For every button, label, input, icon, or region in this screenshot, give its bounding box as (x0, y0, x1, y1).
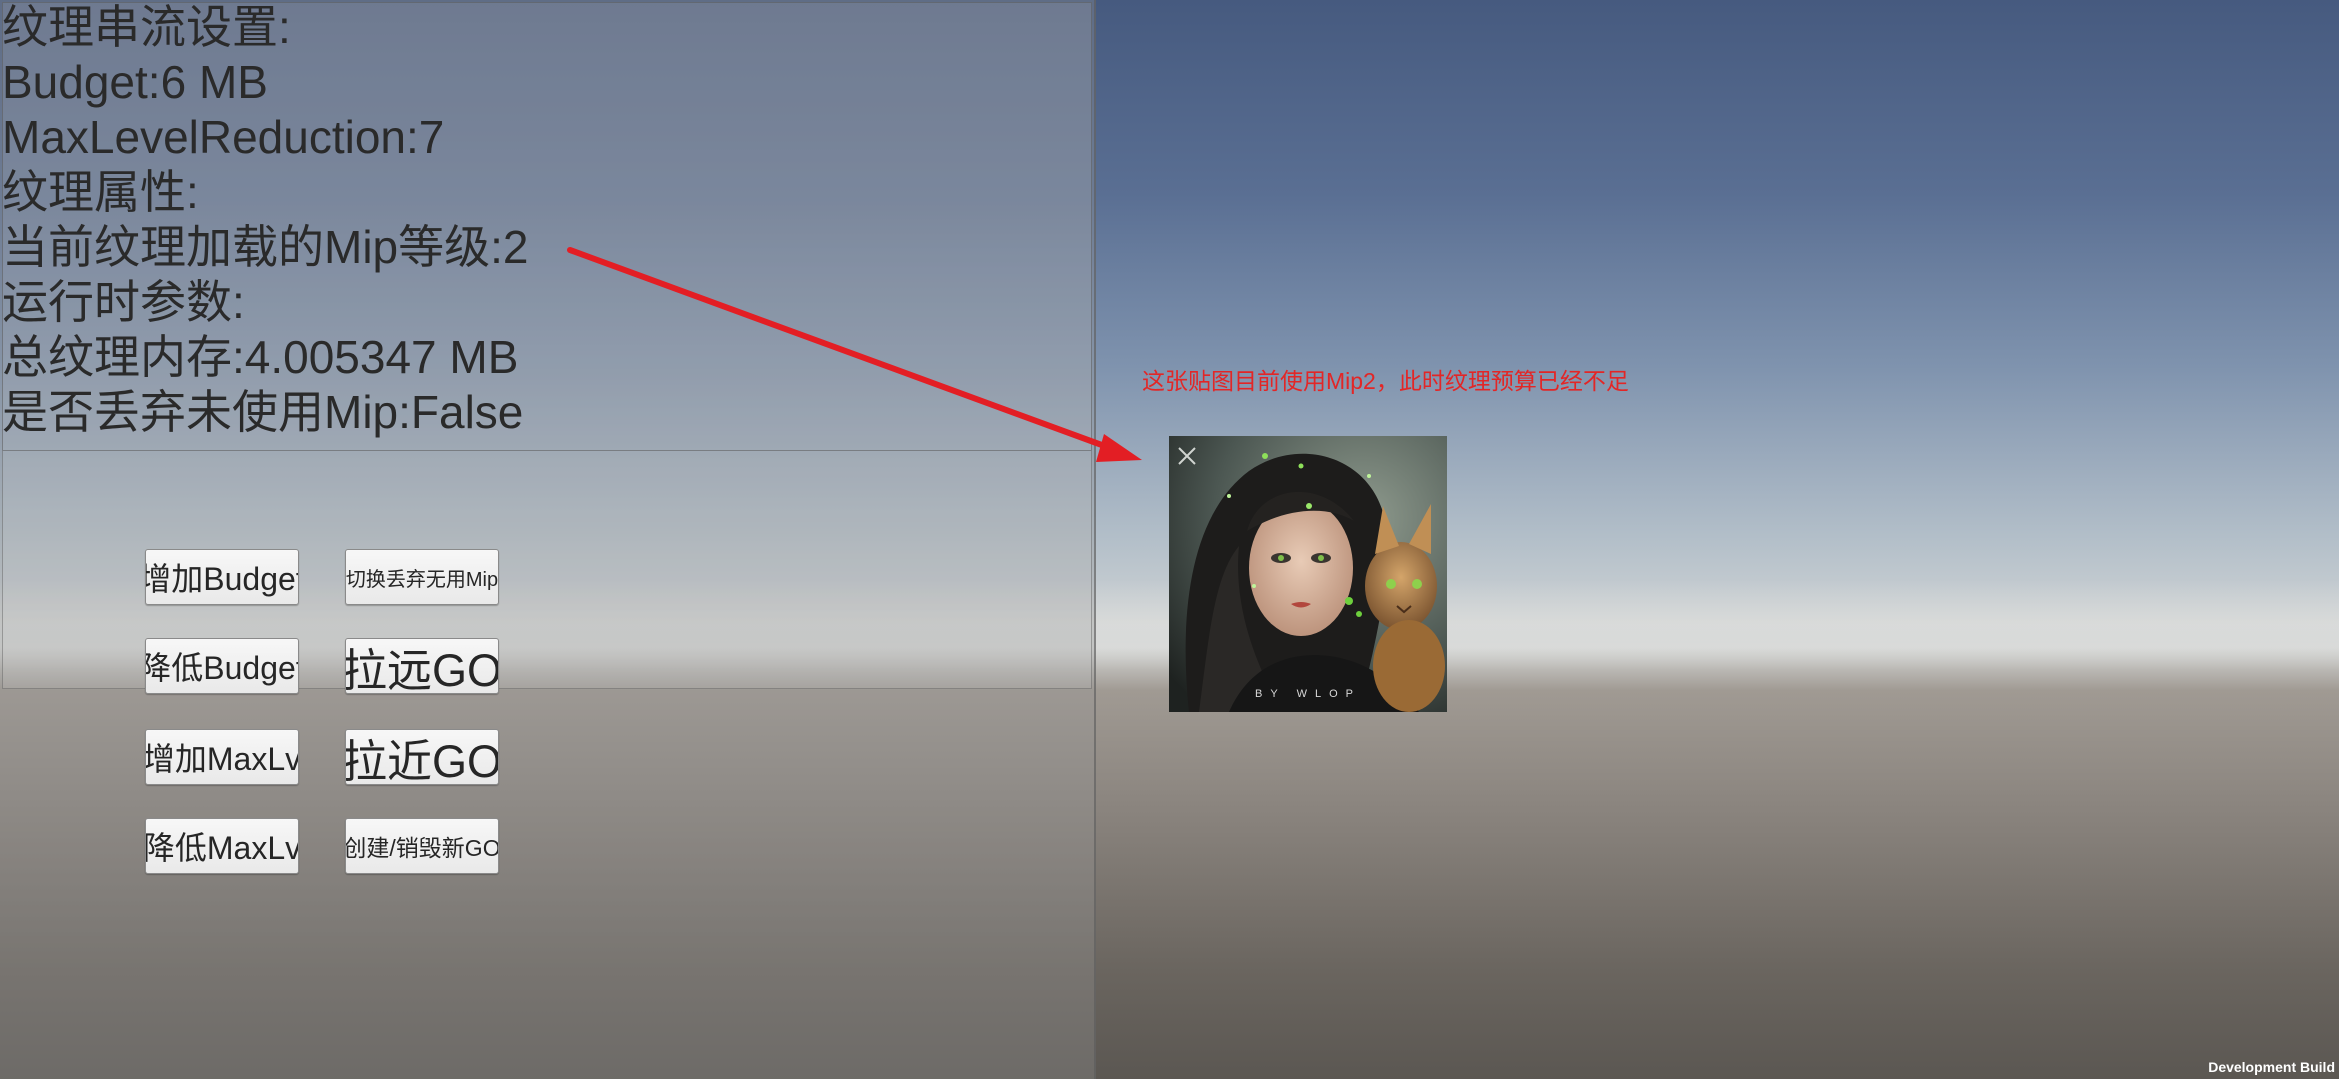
development-build-label: Development Build (2208, 1059, 2335, 1075)
texture-watermark: by WLOP (1255, 688, 1361, 700)
stream-settings-heading: 纹理串流设置: (2, 1, 291, 53)
current-mip-level-value: 当前纹理加载的Mip等级:2 (2, 221, 529, 273)
info-text: 纹理串流设置: Budget:6 MB MaxLevelReduction:7 … (2, 0, 528, 440)
create-destroy-go-button[interactable]: 创建/销毁新GO (345, 818, 499, 874)
total-texture-memory-value: 总纹理内存:4.005347 MB (2, 331, 519, 383)
texture-properties-heading: 纹理属性: (2, 166, 199, 218)
move-far-go-button[interactable]: 拉远GO (345, 638, 499, 694)
add-budget-button[interactable]: 增加Budget (145, 549, 299, 605)
runtime-params-heading: 运行时参数: (2, 276, 245, 328)
reduce-budget-button[interactable]: 降低Budget (145, 638, 299, 694)
debug-panel: 纹理串流设置: Budget:6 MB MaxLevelReduction:7 … (0, 0, 1096, 1079)
portrait-image (1169, 436, 1447, 712)
add-maxlv-button[interactable]: 增加MaxLv (145, 729, 299, 785)
discard-unused-mip-value: 是否丢弃未使用Mip:False (2, 386, 524, 438)
toggle-discard-mip-button[interactable]: 切换丢弃无用Mip (345, 549, 499, 605)
move-near-go-button[interactable]: 拉近GO (345, 729, 499, 785)
reduce-maxlv-button[interactable]: 降低MaxLv (145, 818, 299, 874)
budget-value: Budget:6 MB (2, 56, 268, 108)
max-level-reduction-value: MaxLevelReduction:7 (2, 111, 445, 163)
annotation-text: 这张贴图目前使用Mip2，此时纹理预算已经不足 (1142, 368, 1629, 394)
texture-preview-image: by WLOP (1169, 436, 1447, 712)
